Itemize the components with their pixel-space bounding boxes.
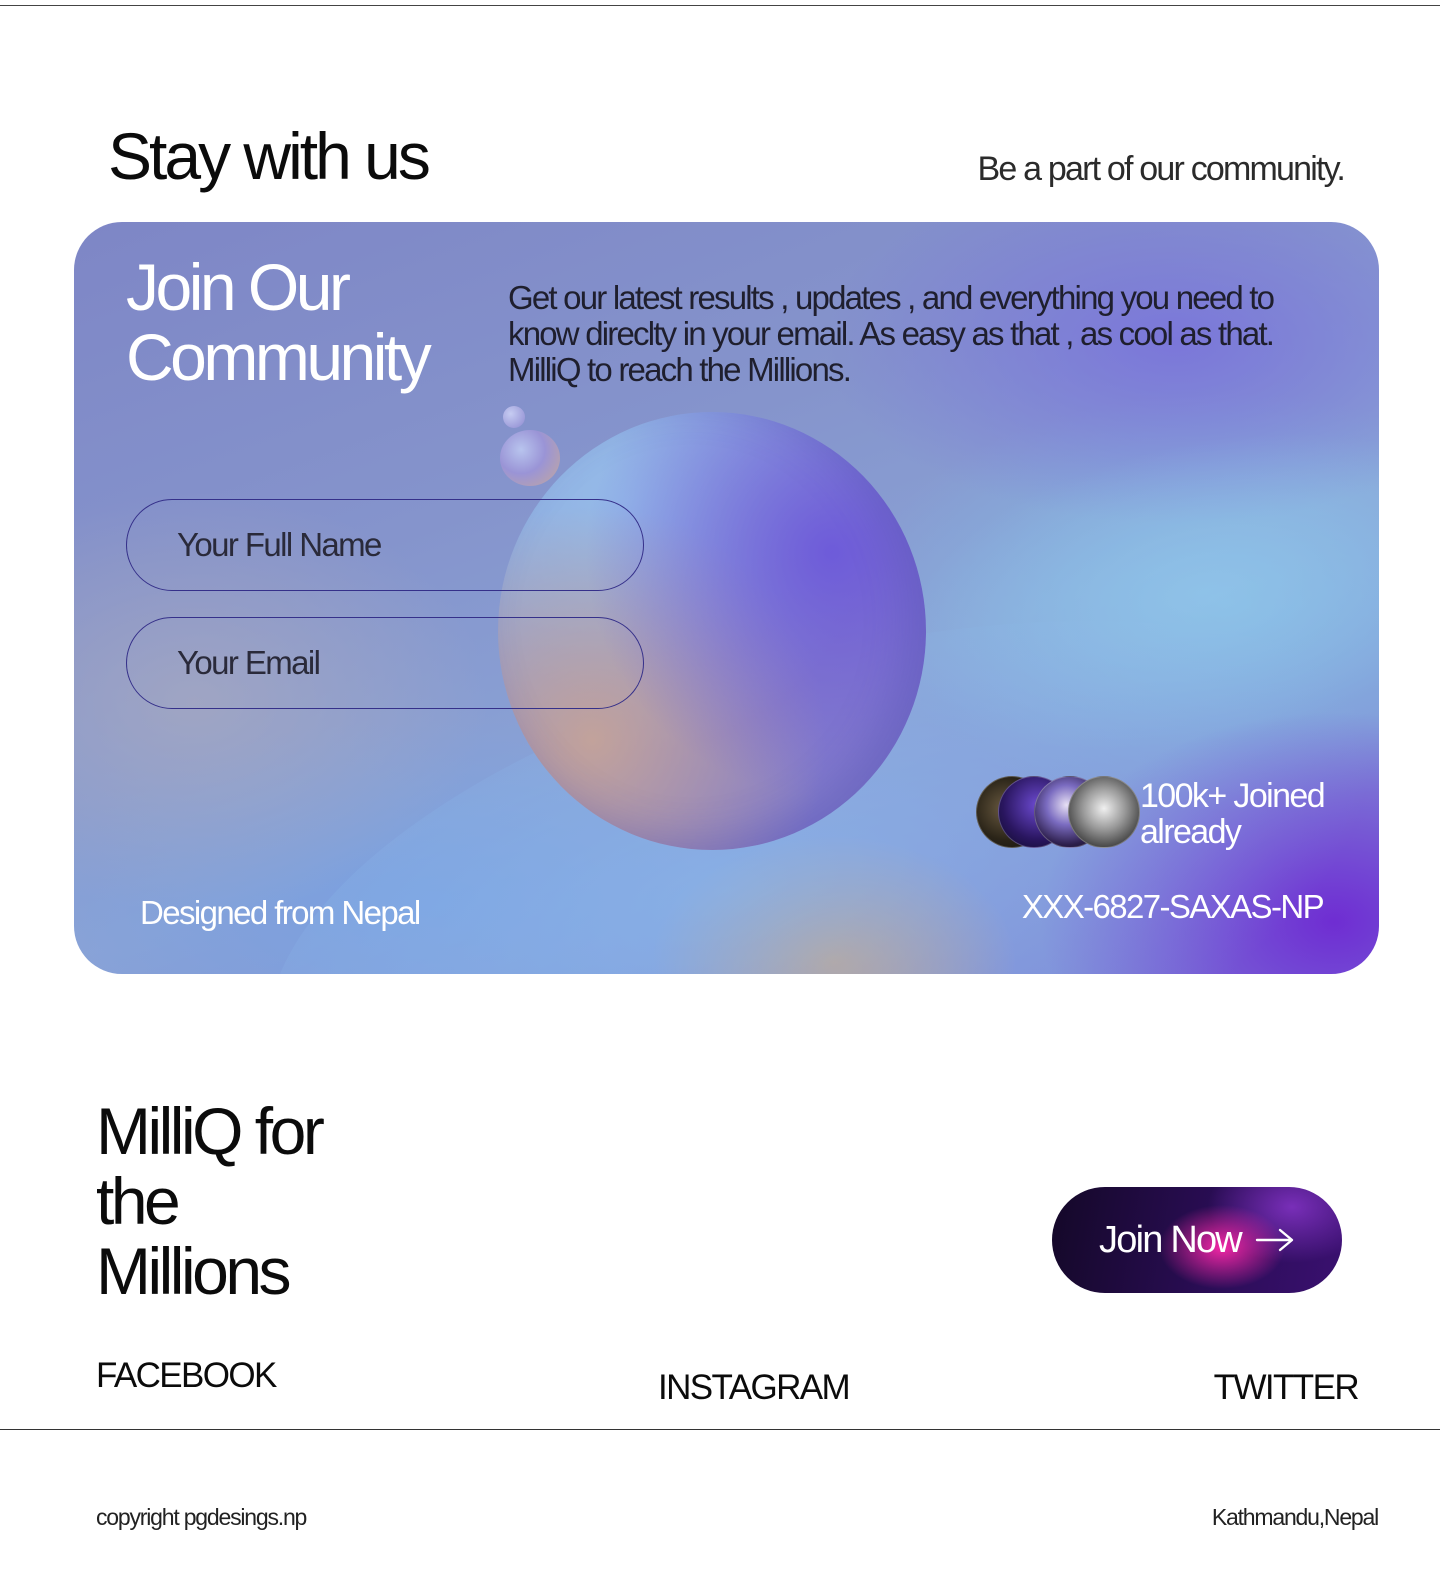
decorative-ball	[500, 430, 560, 486]
joined-count: 100k+ Joined already	[1140, 777, 1326, 851]
facebook-link[interactable]: FACEBOOK	[96, 1356, 277, 1396]
email-input[interactable]	[126, 617, 644, 709]
member-avatars	[976, 776, 1146, 850]
joined-count-line: 100k+ Joined	[1140, 777, 1326, 815]
twitter-link[interactable]: TWITTER	[1214, 1368, 1360, 1408]
cta-headline-line: Millions	[96, 1234, 292, 1308]
page-title: Stay with us	[108, 119, 431, 193]
community-code: XXX-6827-SAXAS-NP	[1021, 888, 1325, 925]
card-title-line: Join Our	[126, 250, 351, 324]
arrow-right-icon	[1255, 1228, 1294, 1252]
join-now-label: Join Now	[1099, 1218, 1243, 1261]
cta-headline: MilliQ for the Millions	[96, 1094, 325, 1308]
joined-count-line: already	[1140, 813, 1242, 851]
cta-headline-line: MilliQ for	[96, 1094, 325, 1168]
avatar	[1068, 776, 1140, 848]
card-title-line: Community	[126, 320, 432, 394]
designed-from-label: Designed from Nepal	[140, 894, 421, 931]
page-subtitle: Be a part of our community.	[977, 150, 1345, 188]
cta-headline-line: the	[96, 1164, 181, 1238]
join-now-button[interactable]: Join Now	[1052, 1187, 1342, 1293]
community-card: Join Our Community Get our latest result…	[74, 222, 1379, 974]
location-text: Kathmandu,Nepal	[1211, 1504, 1379, 1530]
top-divider	[0, 5, 1440, 6]
full-name-input[interactable]	[126, 499, 644, 591]
copyright-text: copyright pgdesings.np	[96, 1504, 307, 1530]
footer-divider	[0, 1429, 1440, 1430]
instagram-link[interactable]: INSTAGRAM	[658, 1368, 851, 1408]
decorative-ball	[503, 406, 525, 428]
card-description: Get our latest results , updates , and e…	[508, 279, 1275, 388]
card-title: Join Our Community	[126, 250, 432, 394]
